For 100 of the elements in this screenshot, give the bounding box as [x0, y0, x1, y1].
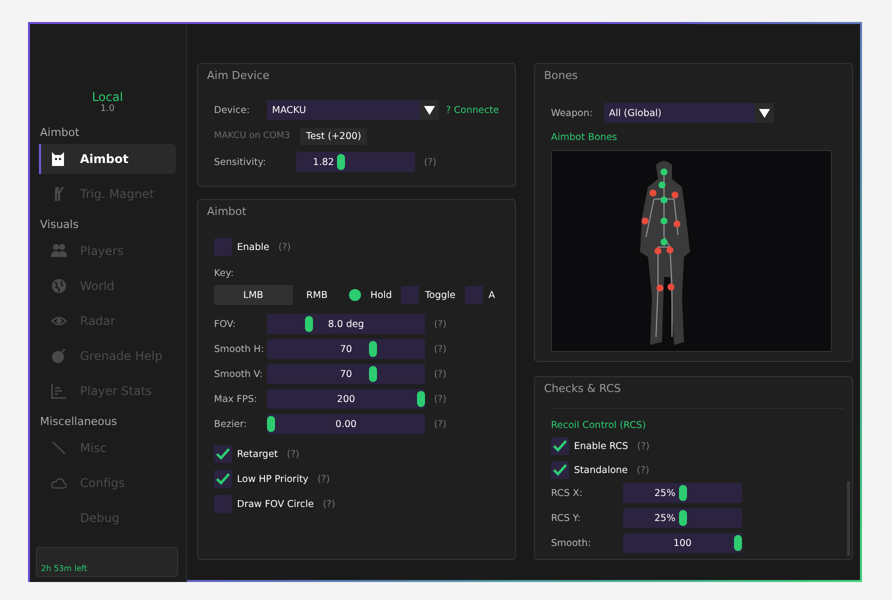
slider-thumb[interactable]	[734, 535, 742, 551]
slider-value: 8.0 deg	[328, 318, 364, 330]
version-label: 1.0	[100, 104, 115, 114]
cloud-icon	[51, 475, 67, 491]
checkbox[interactable]	[551, 461, 569, 479]
help-icon[interactable]: (?)	[434, 318, 446, 330]
field-label: FOV:	[214, 318, 237, 330]
slider[interactable]: 100	[623, 533, 742, 553]
help-icon[interactable]: (?)	[322, 498, 336, 510]
help-icon[interactable]: (?)	[317, 474, 330, 484]
field-label: Smooth V:	[214, 368, 264, 380]
field-label: Sensitivity:	[214, 156, 267, 168]
slider-thumb[interactable]	[369, 366, 377, 382]
field-label: Max FPS:	[214, 394, 258, 404]
slider[interactable]: 1.82	[296, 152, 415, 172]
slider-value: 70	[340, 368, 352, 380]
checkbox[interactable]	[551, 437, 569, 455]
field-label: Key:	[214, 268, 235, 279]
checkbox-label: Standalone	[574, 464, 628, 476]
checkbox[interactable]	[214, 238, 232, 256]
port-label: MAKCU on COM3	[214, 131, 290, 141]
radio-label: A	[488, 290, 495, 300]
connection-status: ? Connecte	[446, 104, 499, 116]
checkbox-label: Retarget	[237, 448, 278, 460]
section-heading: Aimbot	[40, 126, 80, 140]
help-icon[interactable]: (?)	[434, 344, 446, 354]
help-icon[interactable]: (?)	[637, 440, 650, 452]
slider[interactable]: 25%	[623, 483, 742, 503]
panel-title: Bones	[544, 69, 579, 83]
nav-item[interactable]: Aimbot	[39, 144, 176, 174]
section-subtitle: Aimbot Bones	[551, 131, 618, 145]
panel-title: Checks & RCS	[544, 382, 622, 396]
caret-icon	[759, 108, 770, 118]
panel-title: Aim Device	[207, 69, 270, 83]
radio-label: Hold	[370, 290, 392, 300]
checkbox[interactable]	[214, 470, 232, 488]
slider[interactable]: 0.00	[267, 414, 425, 434]
robot-head-icon	[51, 151, 67, 167]
checkbox-label: Low HP Priority	[237, 474, 308, 484]
field-label: RCS Y:	[551, 512, 582, 524]
field-label: Smooth:	[551, 538, 592, 548]
checkbox-label: Enable	[237, 242, 270, 252]
radio-label: Toggle	[424, 290, 456, 300]
help-icon[interactable]: (?)	[434, 394, 446, 404]
help-icon[interactable]: (?)	[434, 418, 446, 430]
help-icon[interactable]: (?)	[434, 368, 446, 380]
radio-button[interactable]	[349, 289, 362, 301]
checkmark-icon	[553, 440, 567, 452]
radio-button[interactable]	[400, 286, 419, 304]
radio-button[interactable]	[464, 286, 482, 304]
checkbox-label: Enable RCS	[574, 440, 628, 452]
slider-value: 100	[673, 538, 692, 548]
checkmark-icon	[553, 464, 567, 476]
field-label: Smooth H:	[214, 344, 266, 354]
help-icon[interactable]: (?)	[286, 448, 300, 460]
people-icon	[51, 243, 67, 259]
field-label: Bezier:	[214, 418, 248, 430]
section-heading: Visuals	[40, 218, 80, 232]
slider-value: 70	[340, 344, 352, 354]
checkbox[interactable]	[214, 495, 232, 513]
checkbox-label: Draw FOV Circle	[237, 498, 314, 510]
slider-value: 1.82	[312, 156, 334, 168]
slider-thumb[interactable]	[337, 154, 346, 170]
slider-value: 25%	[654, 488, 676, 498]
key-button[interactable]: RMB	[292, 285, 342, 305]
section-subtitle: Recoil Control (RCS)	[551, 419, 647, 433]
checkbox[interactable]	[214, 445, 232, 463]
checkmark-icon	[216, 473, 230, 485]
help-icon[interactable]: (?)	[636, 464, 650, 476]
slider[interactable]: 200	[267, 389, 425, 409]
slider-thumb[interactable]	[304, 316, 312, 332]
chart-icon	[51, 383, 67, 399]
key-button[interactable]: LMB	[214, 285, 293, 305]
slider[interactable]: 25%	[623, 508, 742, 528]
slider-thumb[interactable]	[678, 510, 686, 526]
license-time: 2h 53m left	[41, 564, 88, 573]
help-icon[interactable]: (?)	[278, 242, 291, 252]
caret-icon	[424, 106, 435, 114]
help-icon[interactable]: (?)	[424, 156, 436, 168]
slider-thumb[interactable]	[678, 485, 686, 501]
section-heading: Miscellaneous	[40, 415, 118, 429]
slider-thumb[interactable]	[267, 416, 275, 432]
slider-value: 25%	[654, 512, 676, 524]
field-label: RCS X:	[551, 488, 584, 498]
slider-value: 0.00	[335, 418, 357, 430]
globe-icon	[51, 278, 67, 294]
slider[interactable]: 8.0 deg	[267, 314, 425, 334]
slider-thumb[interactable]	[369, 341, 377, 357]
slider[interactable]: 70	[267, 364, 425, 384]
checkmark-icon	[216, 448, 230, 460]
panel-title: Aimbot	[207, 205, 248, 219]
field-label: Device:	[214, 104, 251, 116]
test-button[interactable]: Test (+200)	[300, 128, 368, 144]
app-name: Local	[92, 90, 124, 104]
bomb-icon	[51, 348, 67, 364]
wand-icon	[51, 440, 67, 456]
slider-thumb[interactable]	[417, 391, 425, 407]
slider-value: 200	[336, 394, 356, 404]
slider[interactable]: 70	[267, 339, 425, 359]
field-label: Weapon:	[551, 108, 594, 118]
